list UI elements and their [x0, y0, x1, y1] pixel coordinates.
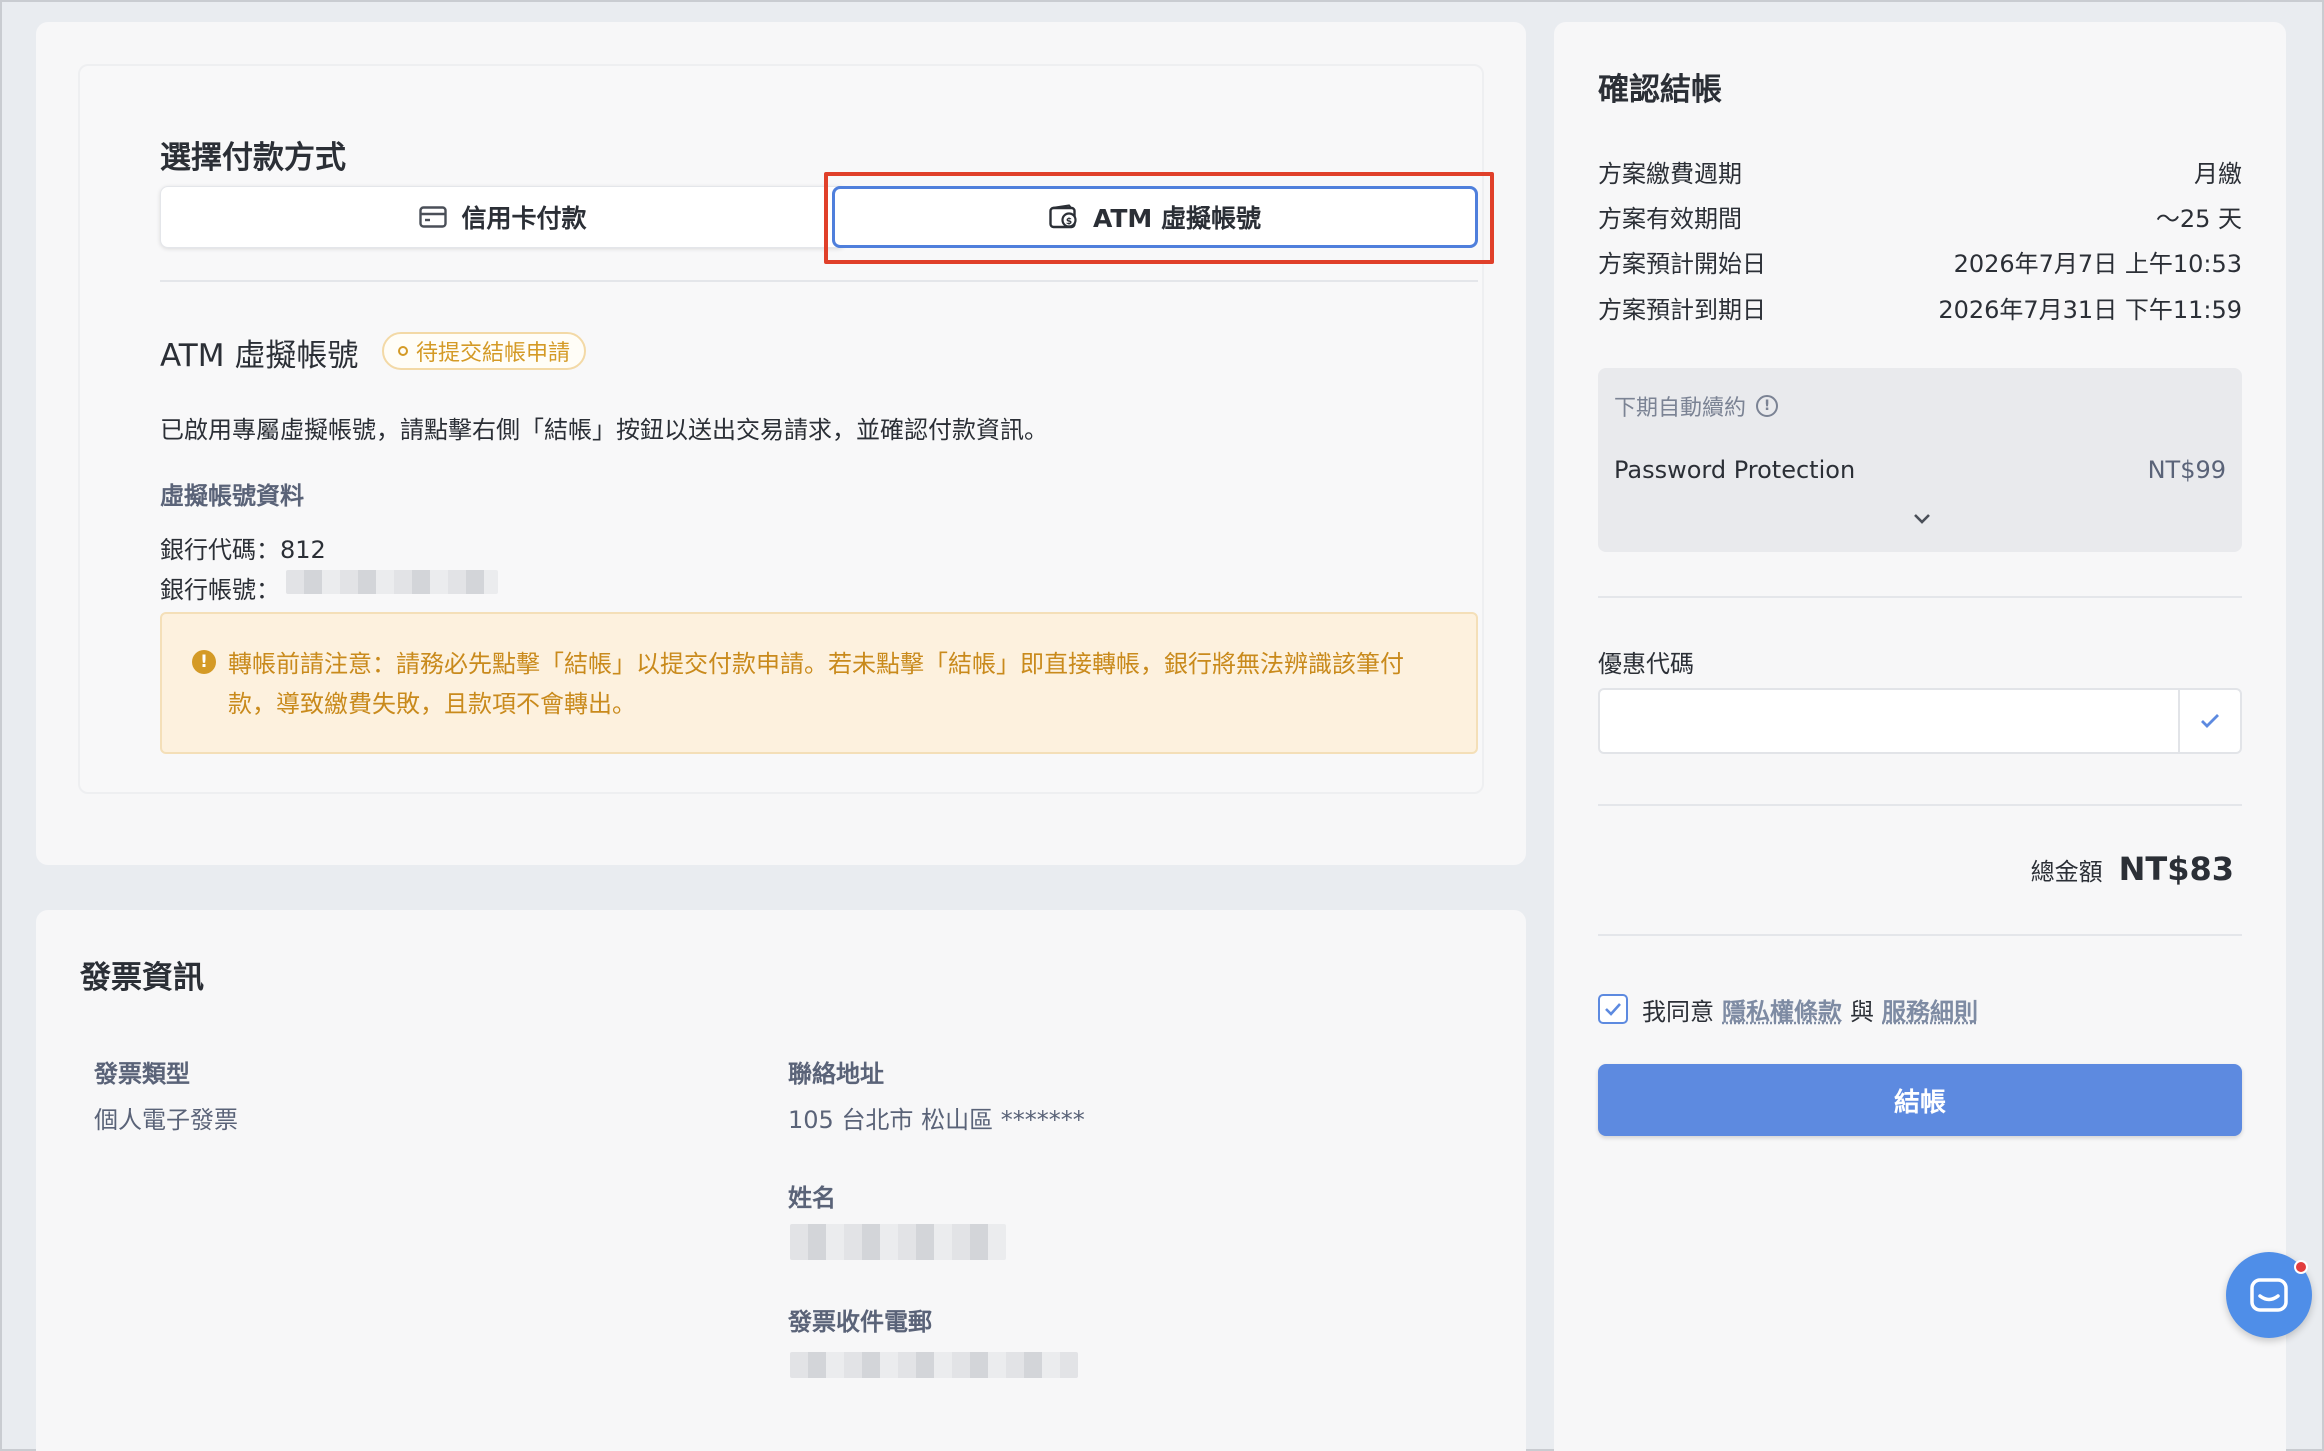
renewal-item-name: Password Protection [1614, 456, 1856, 484]
summary-row-label: 方案有效期間 [1598, 205, 1742, 233]
bank-account-label: 銀行帳號： [160, 576, 280, 604]
name-label: 姓名 [788, 1184, 836, 1212]
status-badge: 待提交結帳申請 [382, 332, 587, 370]
summary-row: 方案預計開始日 2026年7月7日 上午10:53 [1598, 244, 2242, 279]
invoice-type-value: 個人電子發票 [94, 1106, 238, 1134]
bank-account-redacted [286, 570, 498, 594]
summary-divider [1598, 804, 2242, 806]
coupon-apply-button[interactable] [2178, 690, 2240, 752]
coupon-label: 優惠代碼 [1598, 650, 1694, 678]
chat-icon [2250, 1278, 2288, 1312]
renewal-item-price: NT$99 [2147, 456, 2226, 484]
total-label: 總金額 [2030, 858, 2103, 886]
check-icon [2201, 714, 2219, 728]
summary-row-label: 方案預計到期日 [1598, 296, 1766, 324]
invoice-title: 發票資訊 [80, 960, 204, 996]
atm-heading: ATM 虛擬帳號 [160, 338, 359, 374]
auto-renewal-label: 下期自動續約 [1614, 396, 1747, 421]
notification-dot [2294, 1260, 2308, 1274]
summary-row-value: ～25 天 [2155, 205, 2242, 233]
checkout-summary: 確認結帳 方案繳費週期 月繳 方案有效期間 ～25 天 方案預計開始日 2026… [1554, 22, 2286, 1451]
transfer-warning: ! 轉帳前請注意：請務必先點擊「結帳」以提交付款申請。若未點擊「結帳」即直接轉帳… [160, 612, 1478, 754]
info-icon[interactable]: ! [1756, 395, 1779, 417]
email-label: 發票收件電郵 [788, 1308, 932, 1336]
summary-row-value: 2026年7月7日 上午10:53 [1953, 250, 2242, 278]
warning-icon: ! [192, 650, 216, 674]
address-value: 105 台北市 松山區 ******* [788, 1106, 1085, 1134]
payment-method-panel: 選擇付款方式 信用卡付款 $ ATM 虛擬帳號 ATM 虛擬帳號 待提交結帳申請… [78, 64, 1494, 794]
total-value: NT$83 [2118, 850, 2234, 888]
summary-row: 方案預計到期日 2026年7月31日 下午11:59 [1598, 290, 2242, 325]
summary-title: 確認結帳 [1598, 72, 1722, 108]
chevron-down-icon[interactable] [1912, 512, 1932, 526]
account-section-label: 虛擬帳號資料 [160, 482, 304, 510]
address-label: 聯絡地址 [788, 1060, 884, 1088]
transfer-warning-text: 轉帳前請注意：請務必先點擊「結帳」以提交付款申請。若未點擊「結帳」即直接轉帳，銀… [228, 650, 1404, 718]
total-row: 總金額 NT$83 [2031, 850, 2234, 888]
summary-row-value: 月繳 [2194, 160, 2242, 188]
coupon-input[interactable] [1598, 688, 2242, 754]
agree-prefix: 我同意 [1642, 998, 1714, 1026]
summary-row-label: 方案繳費週期 [1598, 160, 1742, 188]
summary-row: 方案有效期間 ～25 天 [1598, 199, 2242, 234]
payment-method-title: 選擇付款方式 [160, 140, 346, 176]
atm-description: 已啟用專屬虛擬帳號，請點擊右側「結帳」按鈕以送出交易請求，並確認付款資訊。 [160, 416, 1048, 444]
summary-row-value: 2026年7月31日 下午11:59 [1938, 296, 2242, 324]
agree-and: 與 [1850, 998, 1874, 1026]
selection-highlight [824, 172, 1494, 264]
summary-divider [1598, 596, 2242, 598]
agree-text: 我同意 隱私權條款 與 服務細則 [1642, 992, 1978, 1027]
summary-row: 方案繳費週期 月繳 [1598, 154, 2242, 189]
tab-credit-card-label: 信用卡付款 [461, 204, 587, 233]
invoice-card: 發票資訊 發票類型 個人電子發票 聯絡地址 105 台北市 松山區 ******… [36, 910, 1526, 1451]
privacy-link[interactable]: 隱私權條款 [1722, 992, 1842, 1027]
payment-method-card: 選擇付款方式 信用卡付款 $ ATM 虛擬帳號 ATM 虛擬帳號 待提交結帳申請… [36, 22, 1526, 865]
chat-launcher-button[interactable] [2226, 1252, 2312, 1338]
credit-card-icon [419, 206, 448, 228]
terms-link[interactable]: 服務細則 [1882, 992, 1978, 1027]
summary-row-label: 方案預計開始日 [1598, 250, 1766, 278]
name-redacted [790, 1224, 1006, 1260]
tabs-divider [160, 280, 1478, 282]
bank-code: 銀行代碼：812 [160, 536, 326, 564]
pending-dot-icon [398, 346, 408, 356]
tab-credit-card[interactable]: 信用卡付款 [160, 186, 846, 248]
auto-renewal-panel: 下期自動續約 ! Password Protection NT$99 [1598, 368, 2242, 552]
status-badge-label: 待提交結帳申請 [416, 341, 571, 366]
checkout-button[interactable]: 結帳 [1598, 1064, 2242, 1136]
email-redacted [790, 1352, 1078, 1378]
invoice-type-label: 發票類型 [94, 1060, 190, 1088]
check-icon [1605, 1003, 1621, 1016]
agree-checkbox[interactable] [1598, 994, 1628, 1024]
summary-divider [1598, 934, 2242, 936]
